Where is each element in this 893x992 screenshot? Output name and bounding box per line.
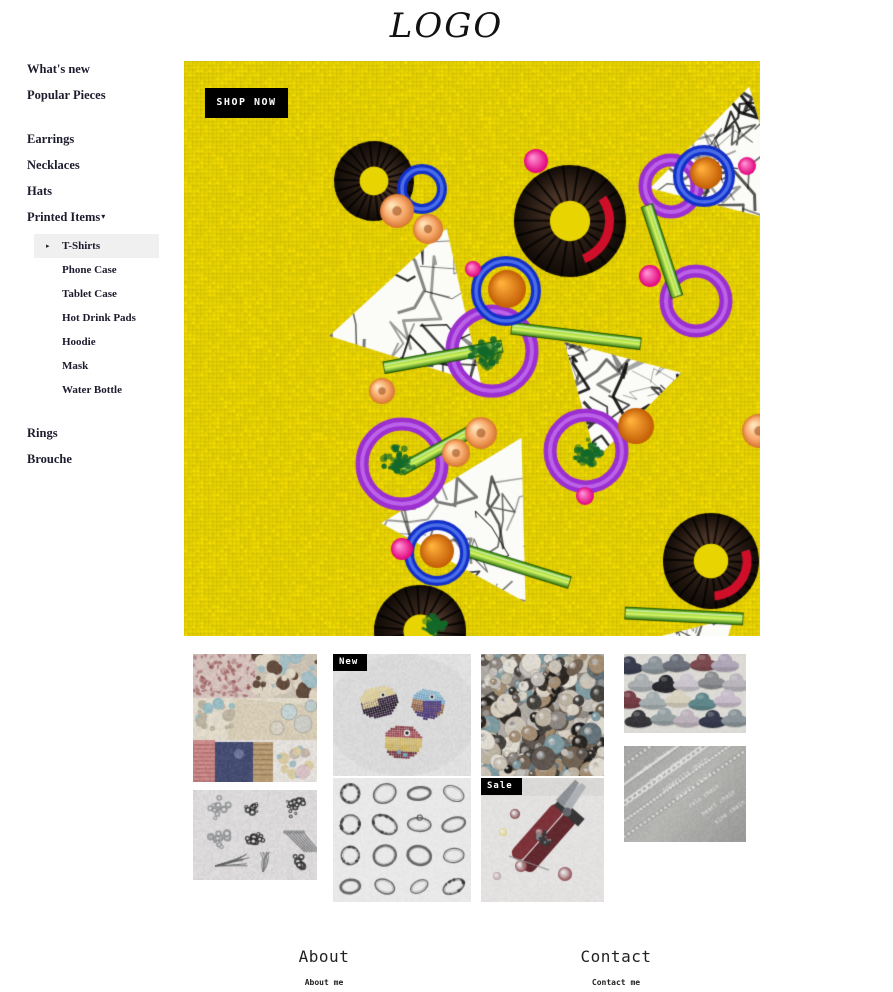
badge-sale: Sale	[481, 778, 522, 795]
sidebar-subitem-water-bottle[interactable]: Water Bottle	[34, 378, 159, 402]
sidebar-item-printed-items[interactable]: Printed Items▾	[0, 204, 180, 230]
site-footer: About About me Contact Contact me	[0, 944, 893, 991]
caret-right-icon: ▸	[46, 242, 50, 250]
sidebar-item-earrings[interactable]: Earrings	[0, 126, 180, 152]
product-grid: New Sale	[193, 654, 753, 904]
footer-link-contact-me[interactable]: Contact me	[546, 974, 686, 992]
footer-column-about: About About me	[254, 944, 394, 992]
sidebar-subitem-phone-case[interactable]: Phone Case	[34, 258, 159, 282]
sidebar-subitem-hoodie[interactable]: Hoodie	[34, 330, 159, 354]
sidebar-item-popular-pieces[interactable]: Popular Pieces	[0, 82, 180, 108]
chevron-down-icon: ▾	[101, 212, 106, 221]
sidebar-item-rings[interactable]: Rings	[0, 420, 180, 446]
sidebar-item-hats[interactable]: Hats	[0, 178, 180, 204]
product-tile-chains[interactable]	[624, 746, 746, 842]
footer-link-about-me[interactable]: About me	[254, 974, 394, 992]
site-logo[interactable]: LOGO	[0, 4, 893, 48]
sidebar-subitem-hot-drink-pads[interactable]: Hot Drink Pads	[34, 306, 159, 330]
product-tile-rings-grid[interactable]	[333, 778, 471, 902]
sidebar-subitem-t-shirts[interactable]: ▸ T-Shirts	[34, 234, 159, 258]
footer-heading-about: About	[298, 947, 350, 966]
hero-image	[184, 61, 760, 636]
product-tile-pliers[interactable]: Sale	[481, 778, 604, 902]
sidebar-item-brouche[interactable]: Brouche	[0, 446, 180, 472]
sidebar-nav: What's new Popular Pieces Earrings Neckl…	[0, 56, 180, 472]
sidebar-item-necklaces[interactable]: Necklaces	[0, 152, 180, 178]
sidebar-item-printed-items-label: Printed Items	[27, 210, 101, 224]
hero-banner[interactable]: SHOP NOW	[184, 61, 760, 636]
sidebar-subitem-t-shirts-label: T-Shirts	[62, 240, 101, 252]
product-tile-bead-mix[interactable]	[481, 654, 604, 776]
footer-heading-contact: Contact	[580, 947, 652, 966]
sidebar-subitem-tablet-case[interactable]: Tablet Case	[34, 282, 159, 306]
sidebar-subitem-mask[interactable]: Mask	[34, 354, 159, 378]
product-tile-findings[interactable]	[193, 790, 317, 880]
badge-new: New	[333, 654, 368, 671]
shop-now-button[interactable]: SHOP NOW	[205, 88, 288, 118]
footer-column-contact: Contact Contact me	[546, 944, 686, 992]
product-tile-hats[interactable]	[624, 654, 746, 733]
product-tile-pastel-collage[interactable]	[193, 654, 317, 782]
product-tile-bird-brooches[interactable]: New	[333, 654, 471, 776]
sidebar-submenu-printed-items: ▸ T-Shirts Phone Case Tablet Case Hot Dri…	[0, 234, 180, 402]
sidebar-item-whats-new[interactable]: What's new	[0, 56, 180, 82]
